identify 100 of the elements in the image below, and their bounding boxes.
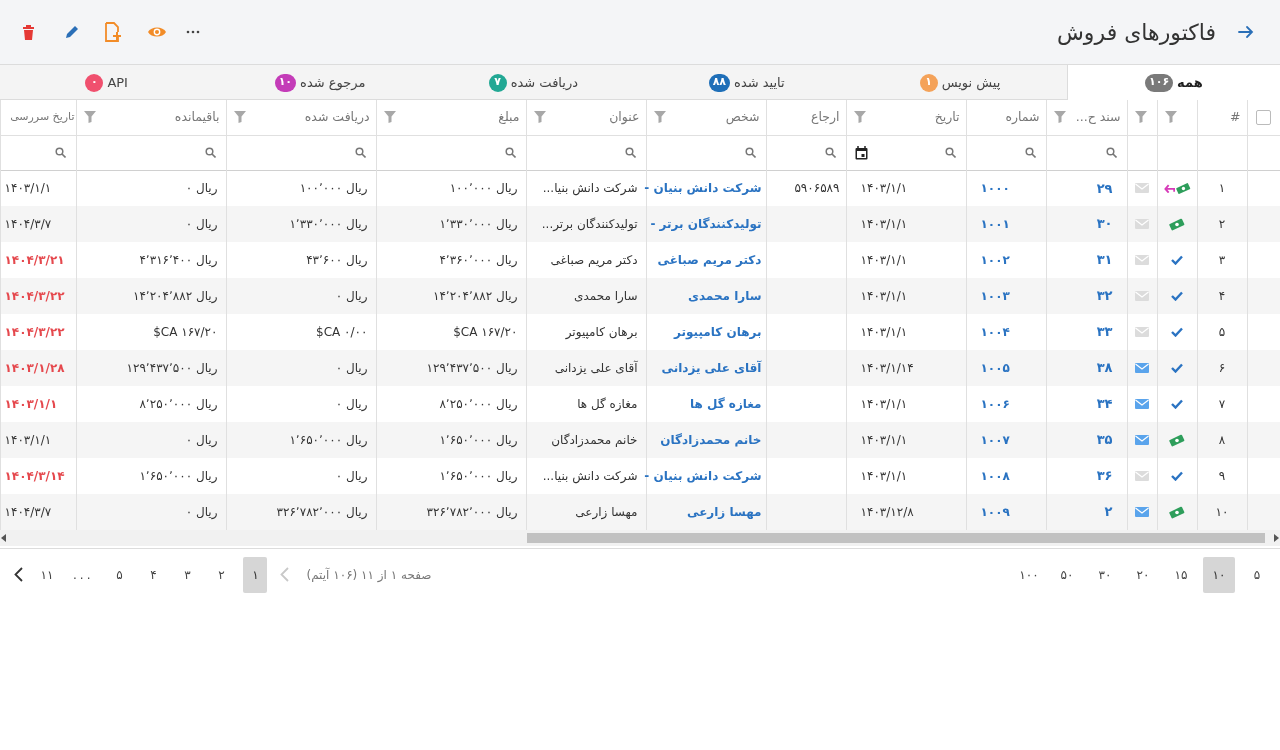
column-header[interactable]: سند ح... [1075,107,1121,127]
column-header[interactable]: عنوان [609,107,640,127]
table-cell: خانم محمدزادگان [551,433,638,447]
table-cell: ریال ۰ [185,505,218,519]
table-cell: ریال ۱٬۶۵۰٬۰۰۰ [439,469,518,483]
table-cell: سارا محمدی [574,289,638,303]
tab[interactable]: تایید شده ۸۸ [640,65,854,100]
mail-icon[interactable] [1135,507,1149,517]
tab[interactable]: دریافت شده ۷ [426,65,640,100]
table-cell: ۸ [1218,433,1226,447]
filter-icon[interactable] [382,110,397,125]
table-cell[interactable]: خانم محمدزادگان [660,433,762,447]
scrollbar-track[interactable] [0,530,1280,546]
tab[interactable]: پیش نویس ۱ [853,65,1067,100]
table-cell: ۳۳ [1096,324,1113,340]
table-cell: ریال ۸٬۲۵۰٬۰۰۰ [439,397,518,411]
table-cell[interactable]: سارا محمدی [687,289,762,303]
table-cell: ریال ۰ [185,181,218,196]
calendar-icon[interactable] [854,145,868,160]
column-header[interactable]: باقیمانده [174,107,220,127]
mail-icon[interactable] [1135,363,1149,373]
filter-icon[interactable] [82,110,97,125]
table-cell[interactable]: شرکت دانش بنیان - [644,469,762,483]
more-icon[interactable] [186,30,200,34]
table-cell: مغازه گل ها [577,397,638,411]
trash-icon[interactable] [22,24,35,40]
mail-icon[interactable] [1135,399,1149,409]
page-button[interactable]: ۳ [175,556,200,593]
page-size-option[interactable]: ۳۰ [1089,556,1121,593]
filter-icon[interactable] [652,110,667,125]
page-button[interactable]: ۴ [141,556,166,593]
column-header[interactable]: # [1230,107,1241,127]
tab[interactable]: همه ۱۰۶ [1066,65,1280,100]
page-size-option[interactable]: ۱۵ [1165,556,1197,593]
page-size-option[interactable]: ۱۰ [1203,556,1235,593]
table-cell: ریال ۰ [185,433,218,447]
table-cell[interactable]: آقای علی یزدانی [661,361,762,375]
filter-icon[interactable] [1163,110,1178,125]
table-cell: ۳۴ [1096,396,1113,412]
table-cell[interactable]: مهسا زارعی [687,505,762,519]
column-header[interactable]: ارجاع [811,107,840,127]
scroll-right-icon[interactable] [1272,533,1280,543]
mail-icon[interactable] [1135,435,1149,445]
table-cell: برهان کامپیوتر [565,325,638,339]
table-cell[interactable]: تولیدکنندگان برتر - [650,217,762,231]
page-button[interactable]: ۱۱ [35,556,59,593]
file-plus-icon[interactable] [104,22,122,42]
table-cell: ۱۰۰۵ [980,361,1010,375]
pencil-icon[interactable] [64,24,79,40]
table-cell: ۱۴۰۳/۱/۱ [860,181,908,196]
page-size-option[interactable]: ۱۰۰ [1013,556,1045,593]
table-cell: ریال ۰ [335,397,368,411]
filter-icon[interactable] [852,110,867,125]
page-button[interactable]: ۲ [209,556,234,593]
mail-icon[interactable] [1135,183,1149,194]
table-cell: ۱۴۰۳/۱۲/۸ [860,505,914,519]
eye-icon[interactable] [147,25,167,39]
table-cell: ریال ۱۲۹٬۴۳۷٬۵۰۰ [426,361,518,375]
table-cell: ۳۰ [1096,216,1113,232]
table-cell[interactable]: مغازه گل ها [689,397,762,411]
table-cell[interactable]: برهان کامپیوتر [674,325,762,339]
mail-icon[interactable] [1135,471,1149,481]
table-cell: ۱۰۰۱ [980,217,1010,231]
select-all-checkbox[interactable] [1256,109,1272,125]
page-button[interactable]: ۵ [107,556,132,593]
filter-icon[interactable] [532,110,547,125]
page-size-option[interactable]: ۵۰ [1051,556,1083,593]
table-cell: ۳ [1218,253,1226,267]
tab[interactable]: مرجوع شده ۱۰ [213,65,427,100]
column-header[interactable]: تاریخ [934,107,960,127]
table-cell: ریال ۱۲۹٬۴۳۷٬۵۰۰ [126,361,218,375]
filter-icon[interactable] [232,110,247,125]
page-size-option[interactable]: ۲۰ [1127,556,1159,593]
table-cell: ۵ [1218,325,1226,339]
scrollbar-thumb[interactable] [527,533,1265,543]
column-header[interactable]: شخص [725,107,760,127]
column-header[interactable]: مبلغ [498,107,520,127]
table-cell[interactable]: شرکت دانش بنیان - [644,181,762,196]
scroll-left-icon[interactable] [0,533,8,543]
count-badge: ۸۸ [708,73,731,92]
column-header[interactable]: تاریخ سررسی [10,109,75,126]
table-cell: آقای علی یزدانی [554,361,638,375]
filter-icon[interactable] [1052,110,1067,125]
page-button[interactable]: ۱ [243,556,268,593]
table-cell: ۱۴۰۳/۱/۱ [860,325,908,339]
table-cell[interactable]: دکتر مریم صباغی [657,253,762,267]
table-cell: ریال ۳۲۶٬۷۸۲٬۰۰۰ [276,505,368,519]
mail-icon[interactable] [1135,219,1149,229]
page-size-option[interactable]: ۵ [1241,556,1273,593]
table-cell: ۱۴۰۳/۱/۱ [860,217,908,231]
table-cell: ریال ۰ [335,469,368,483]
column-header[interactable]: شماره [1005,107,1040,127]
filter-icon[interactable] [1133,110,1148,125]
table-cell: ۱۴۰۳/۱/۱ [4,397,58,411]
column-header[interactable]: دریافت شده [304,107,370,127]
back-arrow-icon[interactable] [1238,25,1254,39]
mail-icon[interactable] [1135,327,1149,337]
mail-icon[interactable] [1135,255,1149,265]
table-cell: $CA ۰/۰۰ [316,325,368,339]
mail-icon[interactable] [1135,291,1149,301]
